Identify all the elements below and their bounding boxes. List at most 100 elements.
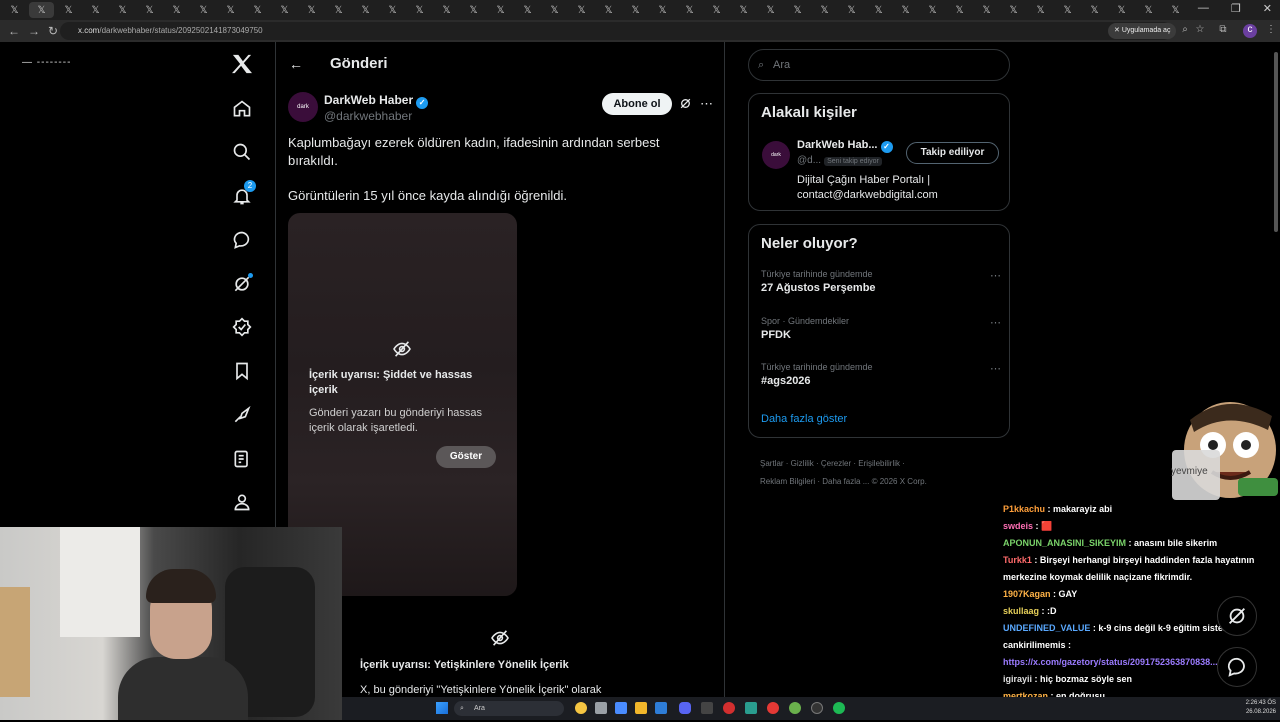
browser-tab[interactable]: 𝕏	[1163, 2, 1188, 18]
show-media-button[interactable]: Göster	[436, 446, 496, 468]
browser-tab[interactable]: 𝕏	[2, 2, 27, 18]
taskbar-search[interactable]: ⌕ Ara	[454, 701, 564, 716]
back-nav-icon[interactable]: ←	[8, 24, 20, 38]
notifications-icon[interactable]: 2	[230, 180, 256, 208]
profile-avatar-icon[interactable]: c	[1243, 24, 1257, 38]
browser-tab[interactable]: 𝕏	[650, 2, 675, 18]
browser-tab[interactable]: 𝕏	[110, 2, 135, 18]
browser-tab[interactable]: 𝕏	[569, 2, 594, 18]
url-field[interactable]: x.com/darkwebhaber/status/20925021418730…	[60, 22, 1172, 40]
browser-tab[interactable]: 𝕏	[191, 2, 216, 18]
subscribe-button[interactable]: Abone ol	[602, 93, 672, 115]
browser-tab[interactable]: 𝕏	[326, 2, 351, 18]
chrome-taskbar-icon[interactable]	[575, 702, 587, 714]
browser-tab[interactable]: 𝕏	[83, 2, 108, 18]
browser-tab[interactable]: 𝕏	[245, 2, 270, 18]
browser-tab[interactable]: 𝕏	[488, 2, 513, 18]
chat-username[interactable]: skullaag	[1003, 606, 1039, 616]
browser-tab[interactable]: 𝕏	[866, 2, 891, 18]
browser-tab[interactable]: 𝕏	[704, 2, 729, 18]
browser-tab[interactable]: 𝕏	[1082, 2, 1107, 18]
discord-taskbar-icon[interactable]	[679, 702, 691, 714]
trend-more-icon[interactable]: ⋯	[990, 316, 1001, 329]
chat-username[interactable]: P1kkachu	[1003, 504, 1045, 514]
browser-tab[interactable]: 𝕏	[893, 2, 918, 18]
verified-orgs-icon[interactable]	[230, 315, 254, 339]
browser-tab[interactable]: 𝕏	[758, 2, 783, 18]
browser-tab[interactable]: 𝕏	[1109, 2, 1134, 18]
author-handle[interactable]: @darkwebhaber	[324, 109, 412, 123]
browser-tab[interactable]: 𝕏	[596, 2, 621, 18]
bookmarks-icon[interactable]	[230, 359, 254, 383]
search-icon[interactable]	[230, 140, 254, 164]
related-name-row[interactable]: DarkWeb Hab... ✓	[797, 139, 893, 153]
browser-tab[interactable]: 𝕏	[677, 2, 702, 18]
profile-icon[interactable]	[230, 490, 254, 514]
taskbar-clock[interactable]: 2:26:43 ÖS 26.08.2026	[1246, 699, 1276, 717]
browser-tab[interactable]: 𝕏	[299, 2, 324, 18]
app-taskbar-icon[interactable]	[701, 702, 713, 714]
browser-tab[interactable]: 𝕏	[434, 2, 459, 18]
chat-username[interactable]: 1907Kagan	[1003, 589, 1051, 599]
chat-username[interactable]: Turkk1	[1003, 555, 1032, 565]
chat-username[interactable]: UNDEFINED_VALUE	[1003, 623, 1090, 633]
browser-tab[interactable]: 𝕏	[974, 2, 999, 18]
open-in-app-button[interactable]: ✕ Uygulamada aç	[1108, 23, 1177, 39]
minimize-icon[interactable]: —	[1198, 2, 1209, 15]
browser-tab[interactable]: 𝕏	[839, 2, 864, 18]
browser-tab[interactable]: 𝕏	[1028, 2, 1053, 18]
menu-kebab-icon[interactable]: ⋮	[1264, 24, 1278, 38]
trend-item[interactable]: Türkiye tarihinde gündemde #ags2026 ⋯	[761, 362, 1001, 387]
home-icon[interactable]	[230, 97, 254, 121]
app-taskbar-icon[interactable]	[789, 702, 801, 714]
messages-icon[interactable]	[230, 228, 254, 252]
browser-tab[interactable]: 𝕏	[515, 2, 540, 18]
app-taskbar-icon[interactable]	[655, 702, 667, 714]
browser-tab[interactable]: 𝕏	[272, 2, 297, 18]
browser-tab[interactable]: 𝕏	[218, 2, 243, 18]
bookmark-star-icon[interactable]: ☆	[1193, 24, 1207, 38]
lists-icon[interactable]	[230, 447, 254, 471]
browser-tab[interactable]: 𝕏	[947, 2, 972, 18]
windows-start-icon[interactable]	[436, 702, 448, 714]
author-avatar[interactable]: dark	[288, 92, 318, 122]
browser-tab[interactable]: 𝕏	[29, 2, 54, 18]
chat-username[interactable]: swdeis	[1003, 521, 1033, 531]
grok-icon[interactable]	[230, 272, 254, 296]
browser-tab[interactable]: 𝕏	[353, 2, 378, 18]
trend-more-icon[interactable]: ⋯	[990, 362, 1001, 375]
browser-tab[interactable]: 𝕏	[542, 2, 567, 18]
browser-tab[interactable]: 𝕏	[1001, 2, 1026, 18]
browser-tab[interactable]: 𝕏	[164, 2, 189, 18]
browser-tab[interactable]: 𝕏	[623, 2, 648, 18]
related-avatar[interactable]: dark	[762, 141, 790, 169]
messages-fab-icon[interactable]	[1217, 647, 1257, 687]
grok-post-icon[interactable]	[679, 97, 692, 113]
browser-tab[interactable]: 𝕏	[731, 2, 756, 18]
zoom-icon[interactable]: ⌕	[1178, 24, 1192, 38]
chat-username[interactable]: igirayii	[1003, 674, 1032, 684]
more-options-icon[interactable]: ⋯	[700, 96, 713, 112]
jobs-icon[interactable]	[230, 403, 254, 427]
extensions-icon[interactable]: ⧉	[1216, 24, 1230, 38]
browser-tab[interactable]: 𝕏	[1055, 2, 1080, 18]
show-more-link[interactable]: Daha fazla göster	[761, 413, 847, 425]
app-taskbar-icon[interactable]	[767, 702, 779, 714]
following-button[interactable]: Takip ediliyor	[906, 142, 999, 164]
scrollbar-thumb[interactable]	[1274, 52, 1278, 232]
trend-item[interactable]: Spor · Gündemdekiler PFDK ⋯	[761, 316, 1001, 341]
browser-tab[interactable]: 𝕏	[812, 2, 837, 18]
forward-nav-icon[interactable]: →	[28, 24, 40, 38]
app-taskbar-icon[interactable]	[723, 702, 735, 714]
close-window-icon[interactable]: ✕	[1263, 2, 1272, 15]
app-taskbar-icon[interactable]	[745, 702, 757, 714]
search-input[interactable]: ⌕ Ara	[748, 49, 1010, 81]
explorer-taskbar-icon[interactable]	[635, 702, 647, 714]
back-arrow-icon[interactable]: ←	[289, 56, 303, 72]
app-taskbar-icon[interactable]	[811, 702, 823, 714]
browser-tab[interactable]: 𝕏	[137, 2, 162, 18]
chat-username[interactable]: cankirilimemis	[1003, 640, 1066, 650]
app-taskbar-icon[interactable]	[595, 702, 607, 714]
restore-icon[interactable]: ❐	[1231, 2, 1241, 15]
browser-tab[interactable]: 𝕏	[380, 2, 405, 18]
